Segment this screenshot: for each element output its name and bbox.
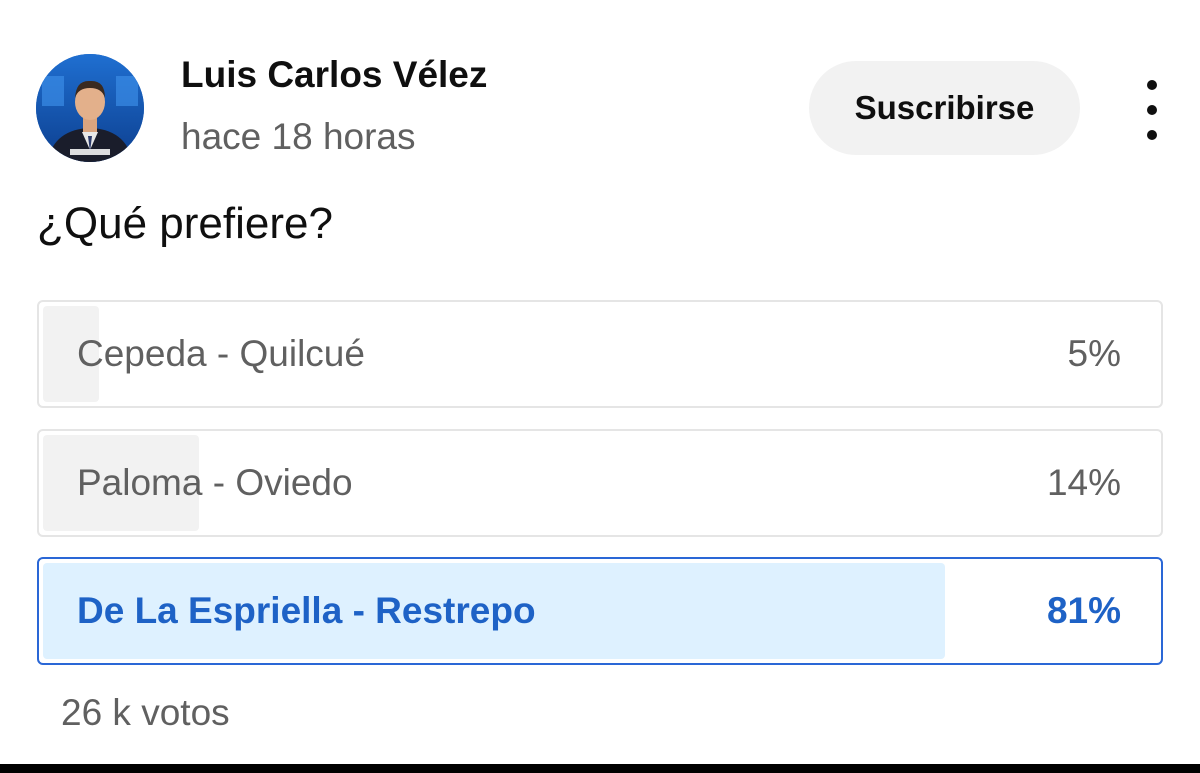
poll-option-percent: 5% bbox=[1067, 333, 1121, 374]
dot bbox=[1147, 105, 1157, 115]
poll-option-label: Cepeda - Quilcué bbox=[77, 333, 365, 374]
more-vert-icon[interactable] bbox=[1130, 80, 1174, 140]
avatar-image bbox=[36, 54, 144, 162]
bottom-edge bbox=[0, 764, 1200, 773]
dot bbox=[1147, 130, 1157, 140]
poll-option-cepeda-quilcue[interactable]: Cepeda - Quilcué 5% bbox=[37, 300, 1163, 408]
dot bbox=[1147, 80, 1157, 90]
poll-option-de-la-espriella-restrepo[interactable]: De La Espriella - Restrepo 81% bbox=[37, 557, 1163, 665]
community-post: Luis Carlos Vélez hace 18 horas Suscribi… bbox=[0, 0, 1200, 773]
poll-option-paloma-oviedo[interactable]: Paloma - Oviedo 14% bbox=[37, 429, 1163, 537]
poll-option-percent: 81% bbox=[1046, 590, 1121, 631]
post-timestamp: hace 18 horas bbox=[181, 116, 416, 157]
poll-option-label: Paloma - Oviedo bbox=[77, 462, 353, 503]
poll-option-percent: 14% bbox=[1046, 462, 1121, 503]
channel-avatar[interactable] bbox=[36, 54, 144, 162]
author-name[interactable]: Luis Carlos Vélez bbox=[181, 54, 487, 96]
subscribe-button[interactable]: Suscribirse bbox=[809, 61, 1080, 155]
poll-question: ¿Qué prefiere? bbox=[37, 199, 333, 248]
poll-vote-count: 26 k votos bbox=[61, 692, 230, 733]
poll-option-label: De La Espriella - Restrepo bbox=[77, 590, 536, 631]
